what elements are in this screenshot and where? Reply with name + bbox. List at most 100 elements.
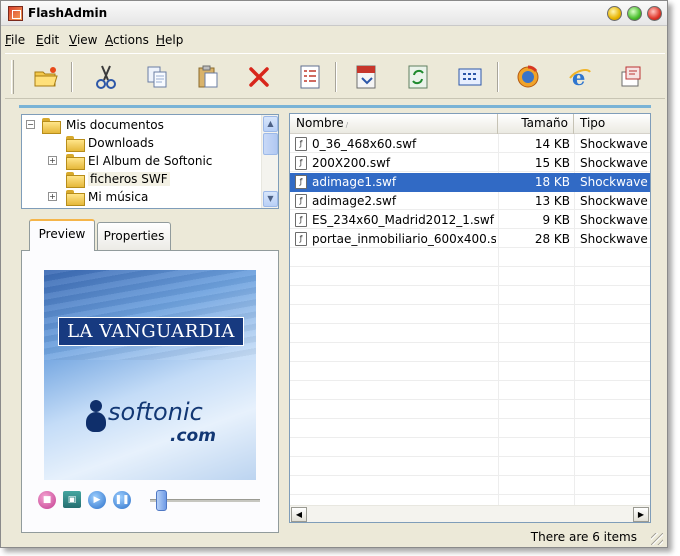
paste-icon[interactable] — [193, 62, 223, 92]
pane-accent-line — [19, 105, 651, 108]
scroll-right-icon[interactable]: ▶ — [633, 507, 649, 522]
toolbar-grip[interactable] — [11, 60, 14, 94]
file-type: Shockwave I — [580, 232, 651, 246]
softonic-logo-domain: .com — [170, 426, 216, 446]
pane-splitter[interactable] — [283, 111, 287, 531]
preview-panel: LA VANGUARDIA softonic .com ■ ▣ ▶ ❚❚ — [21, 250, 279, 533]
table-row[interactable]: ƒ adimage2.swf 13 KB Shockwave I — [290, 192, 650, 211]
tree-item-label: Downloads — [88, 136, 154, 150]
expand-icon[interactable]: + — [48, 156, 57, 165]
expand-icon[interactable]: + — [48, 192, 57, 201]
tree-item-label: El Album de Softonic — [88, 154, 213, 168]
swf-file-icon: ƒ — [295, 175, 307, 189]
properties-icon[interactable] — [295, 62, 325, 92]
browser-icon[interactable] — [513, 62, 543, 92]
menu-edit-accel: E — [36, 33, 44, 47]
delete-icon[interactable] — [244, 62, 274, 92]
file-name: ES_234x60_Madrid2012_1.swf — [312, 213, 494, 227]
column-header-name[interactable]: Nombre / — [290, 114, 498, 134]
file-name: 200X200.swf — [312, 156, 391, 170]
internet-explorer-icon[interactable]: e — [565, 62, 595, 92]
file-name: 0_36_468x60.swf — [312, 137, 417, 151]
resize-grip[interactable] — [651, 533, 663, 545]
swf-file-icon: ƒ — [295, 156, 307, 170]
column-header-size[interactable]: Tamaño — [498, 114, 574, 134]
scroll-left-icon[interactable]: ◀ — [291, 507, 307, 522]
pause-icon[interactable]: ❚❚ — [113, 491, 131, 509]
close-button[interactable] — [647, 6, 662, 21]
music-folder-icon — [66, 190, 85, 206]
menu-bar: File Edit View Actions Help — [1, 28, 667, 50]
view-icon[interactable] — [455, 62, 485, 92]
toolbar-separator — [497, 62, 499, 92]
copy-icon[interactable] — [142, 62, 172, 92]
swf-file-icon: ƒ — [295, 137, 307, 151]
scroll-up-icon[interactable]: ▲ — [263, 116, 278, 132]
file-name: adimage2.swf — [312, 194, 397, 208]
file-name: portae_inmobiliario_600x400.swf — [312, 232, 496, 246]
swf-convert-icon[interactable] — [351, 62, 381, 92]
column-header-type[interactable]: Tipo — [574, 114, 650, 134]
player-controls: ■ ▣ ▶ ❚❚ — [38, 489, 268, 513]
menu-actions-label: ctions — [113, 33, 149, 47]
tab-preview[interactable]: Preview — [29, 219, 95, 251]
table-row[interactable]: ƒ portae_inmobiliario_600x400.swf 28 KB … — [290, 230, 650, 249]
preview-tabs: Preview Properties — [21, 219, 279, 251]
open-folder-icon[interactable] — [31, 62, 61, 92]
maximize-button[interactable] — [627, 6, 642, 21]
file-name: adimage1.swf — [312, 175, 397, 189]
toolbar-separator — [335, 62, 337, 92]
item-count-status: There are 6 items — [530, 530, 637, 544]
scroll-down-icon[interactable]: ▼ — [263, 191, 278, 207]
menu-actions-accel: A — [105, 33, 113, 47]
file-size: 18 KB — [534, 175, 570, 189]
sort-arrow-icon: / — [345, 121, 349, 129]
minimize-button[interactable] — [607, 6, 622, 21]
file-size: 9 KB — [542, 213, 570, 227]
menu-edit-label: dit — [43, 33, 60, 47]
collapse-icon[interactable]: − — [26, 120, 35, 129]
playback-slider[interactable] — [156, 490, 167, 511]
tree-scrollbar[interactable]: ▲ ▼ — [261, 115, 278, 208]
stop-icon[interactable]: ■ — [38, 491, 56, 509]
file-type: Shockwave I — [580, 156, 651, 170]
file-list-header: Nombre / Tamaño Tipo — [290, 114, 650, 134]
menu-file-label: ile — [11, 33, 26, 47]
app-window: FlashAdmin File Edit View Actions Help e… — [0, 0, 668, 548]
swf-preview-image: LA VANGUARDIA softonic .com — [44, 270, 256, 480]
table-row-selected[interactable]: ƒ adimage1.swf 18 KB Shockwave I — [290, 173, 650, 192]
fullscreen-icon[interactable]: ▣ — [63, 491, 81, 508]
file-type: Shockwave I — [580, 175, 651, 189]
menu-help-accel: H — [156, 33, 166, 47]
cut-icon[interactable] — [91, 62, 121, 92]
file-type: Shockwave I — [580, 137, 651, 151]
folder-icon — [66, 154, 85, 170]
toolbar-separator — [71, 62, 73, 92]
folder-icon — [66, 136, 85, 152]
folder-tree[interactable]: − Mis documentos Downloads + El Album de… — [21, 114, 279, 209]
menu-view[interactable]: View — [69, 33, 97, 47]
menu-view-accel: V — [69, 33, 77, 47]
scroll-thumb[interactable] — [263, 133, 278, 155]
menu-help[interactable]: Help — [156, 33, 183, 47]
file-list-hscrollbar[interactable]: ◀ ▶ — [290, 505, 650, 522]
menu-view-label: iew — [76, 33, 98, 47]
menu-file[interactable]: File — [5, 33, 25, 47]
table-row[interactable]: ƒ 0_36_468x60.swf 14 KB Shockwave I — [290, 135, 650, 154]
la-vanguardia-banner: LA VANGUARDIA — [58, 317, 244, 346]
play-icon[interactable]: ▶ — [88, 491, 106, 509]
swf-file-icon: ƒ — [295, 213, 307, 227]
table-row[interactable]: ƒ 200X200.swf 15 KB Shockwave I — [290, 154, 650, 173]
column-header-name-label: Nombre — [296, 116, 344, 130]
table-row[interactable]: ƒ ES_234x60_Madrid2012_1.swf 9 KB Shockw… — [290, 211, 650, 230]
tab-properties[interactable]: Properties — [97, 222, 171, 250]
toolbar: e — [5, 53, 665, 99]
menu-actions[interactable]: Actions — [105, 33, 149, 47]
file-list[interactable]: Nombre / Tamaño Tipo ƒ 0_36_468x60.swf 14… — [289, 113, 651, 523]
refresh-icon[interactable] — [403, 62, 433, 92]
swf-file-icon: ƒ — [295, 232, 307, 246]
export-icon[interactable] — [616, 62, 646, 92]
file-size: 13 KB — [534, 194, 570, 208]
menu-edit[interactable]: Edit — [36, 33, 59, 47]
softonic-figure-icon — [84, 400, 108, 434]
